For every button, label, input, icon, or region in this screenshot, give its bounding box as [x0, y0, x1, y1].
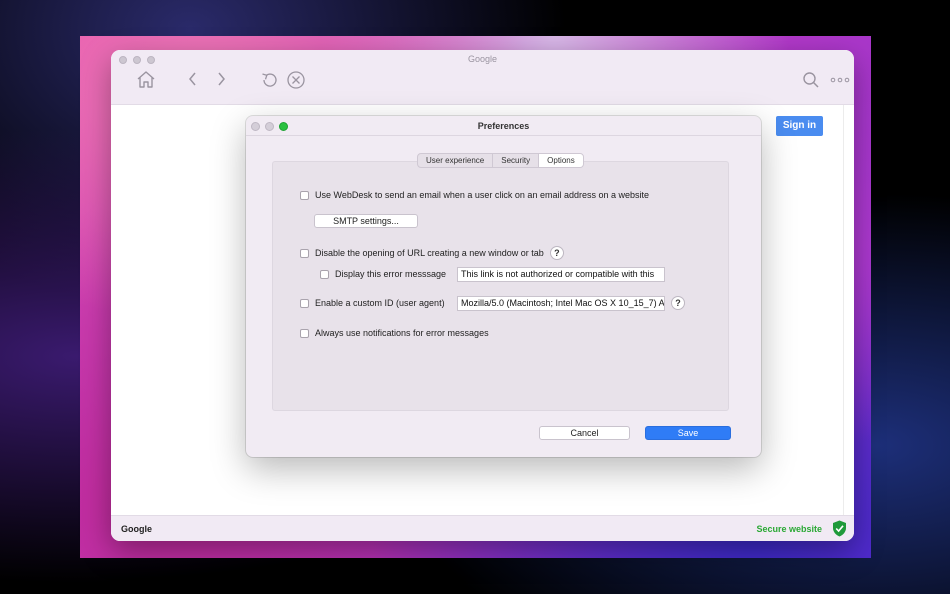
error-message-field[interactable]: This link is not authorized or compatibl…	[457, 267, 665, 282]
help-button-disable-url[interactable]: ?	[549, 246, 564, 260]
error-message-row: Display this error messsage	[320, 269, 446, 279]
cancel-button[interactable]: Cancel	[539, 426, 630, 440]
scrollbar-track[interactable]	[843, 105, 844, 515]
window-title: Google	[467, 54, 498, 64]
tab-security[interactable]: Security	[493, 154, 540, 167]
custom-id-label: Enable a custom ID (user agent)	[315, 298, 445, 308]
dialog-title: Preferences	[477, 121, 530, 131]
custom-id-row: Enable a custom ID (user agent)	[300, 298, 445, 308]
preferences-tabs: User experience Security Options	[417, 153, 584, 168]
custom-id-checkbox[interactable]	[300, 298, 309, 308]
save-button[interactable]: Save	[645, 426, 731, 440]
chevron-left-icon[interactable]	[188, 72, 198, 86]
stop-icon[interactable]	[286, 70, 306, 90]
disable-url-checkbox[interactable]	[300, 248, 309, 258]
notifications-row: Always use notifications for error messa…	[300, 328, 489, 338]
more-icon[interactable]	[830, 77, 850, 83]
user-agent-field[interactable]: Mozilla/5.0 (Macintosh; Intel Mac OS X 1…	[457, 296, 665, 311]
email-option-label: Use WebDesk to send an email when a user…	[315, 190, 650, 200]
error-message-checkbox[interactable]	[320, 269, 329, 279]
status-bar: Google Secure website	[111, 515, 854, 541]
notifications-label: Always use notifications for error messa…	[315, 328, 489, 338]
email-option-row: Use WebDesk to send an email when a user…	[300, 190, 649, 200]
preferences-dialog: Preferences User experience Security Opt…	[246, 116, 761, 457]
help-button-user-agent[interactable]: ?	[671, 296, 685, 310]
search-icon[interactable]	[802, 71, 820, 89]
disable-url-label: Disable the opening of URL creating a ne…	[315, 248, 544, 258]
disable-url-row: Disable the opening of URL creating a ne…	[300, 246, 564, 260]
chevron-right-icon[interactable]	[216, 72, 226, 86]
email-option-checkbox[interactable]	[300, 190, 309, 200]
reload-icon[interactable]	[260, 70, 280, 90]
secure-website-label: Secure website	[756, 524, 822, 534]
sign-in-button[interactable]: Sign in	[776, 116, 823, 136]
home-icon[interactable]	[136, 70, 156, 89]
status-site-name: Google	[121, 524, 152, 534]
dialog-titlebar: Preferences	[246, 116, 761, 136]
tab-user-experience[interactable]: User experience	[418, 154, 494, 167]
notifications-checkbox[interactable]	[300, 328, 309, 338]
smtp-settings-button[interactable]: SMTP settings...	[314, 214, 418, 228]
tab-options[interactable]: Options	[539, 154, 583, 167]
shield-check-icon	[832, 520, 847, 541]
browser-toolbar: Google	[111, 50, 854, 105]
error-message-label: Display this error messsage	[335, 269, 447, 279]
